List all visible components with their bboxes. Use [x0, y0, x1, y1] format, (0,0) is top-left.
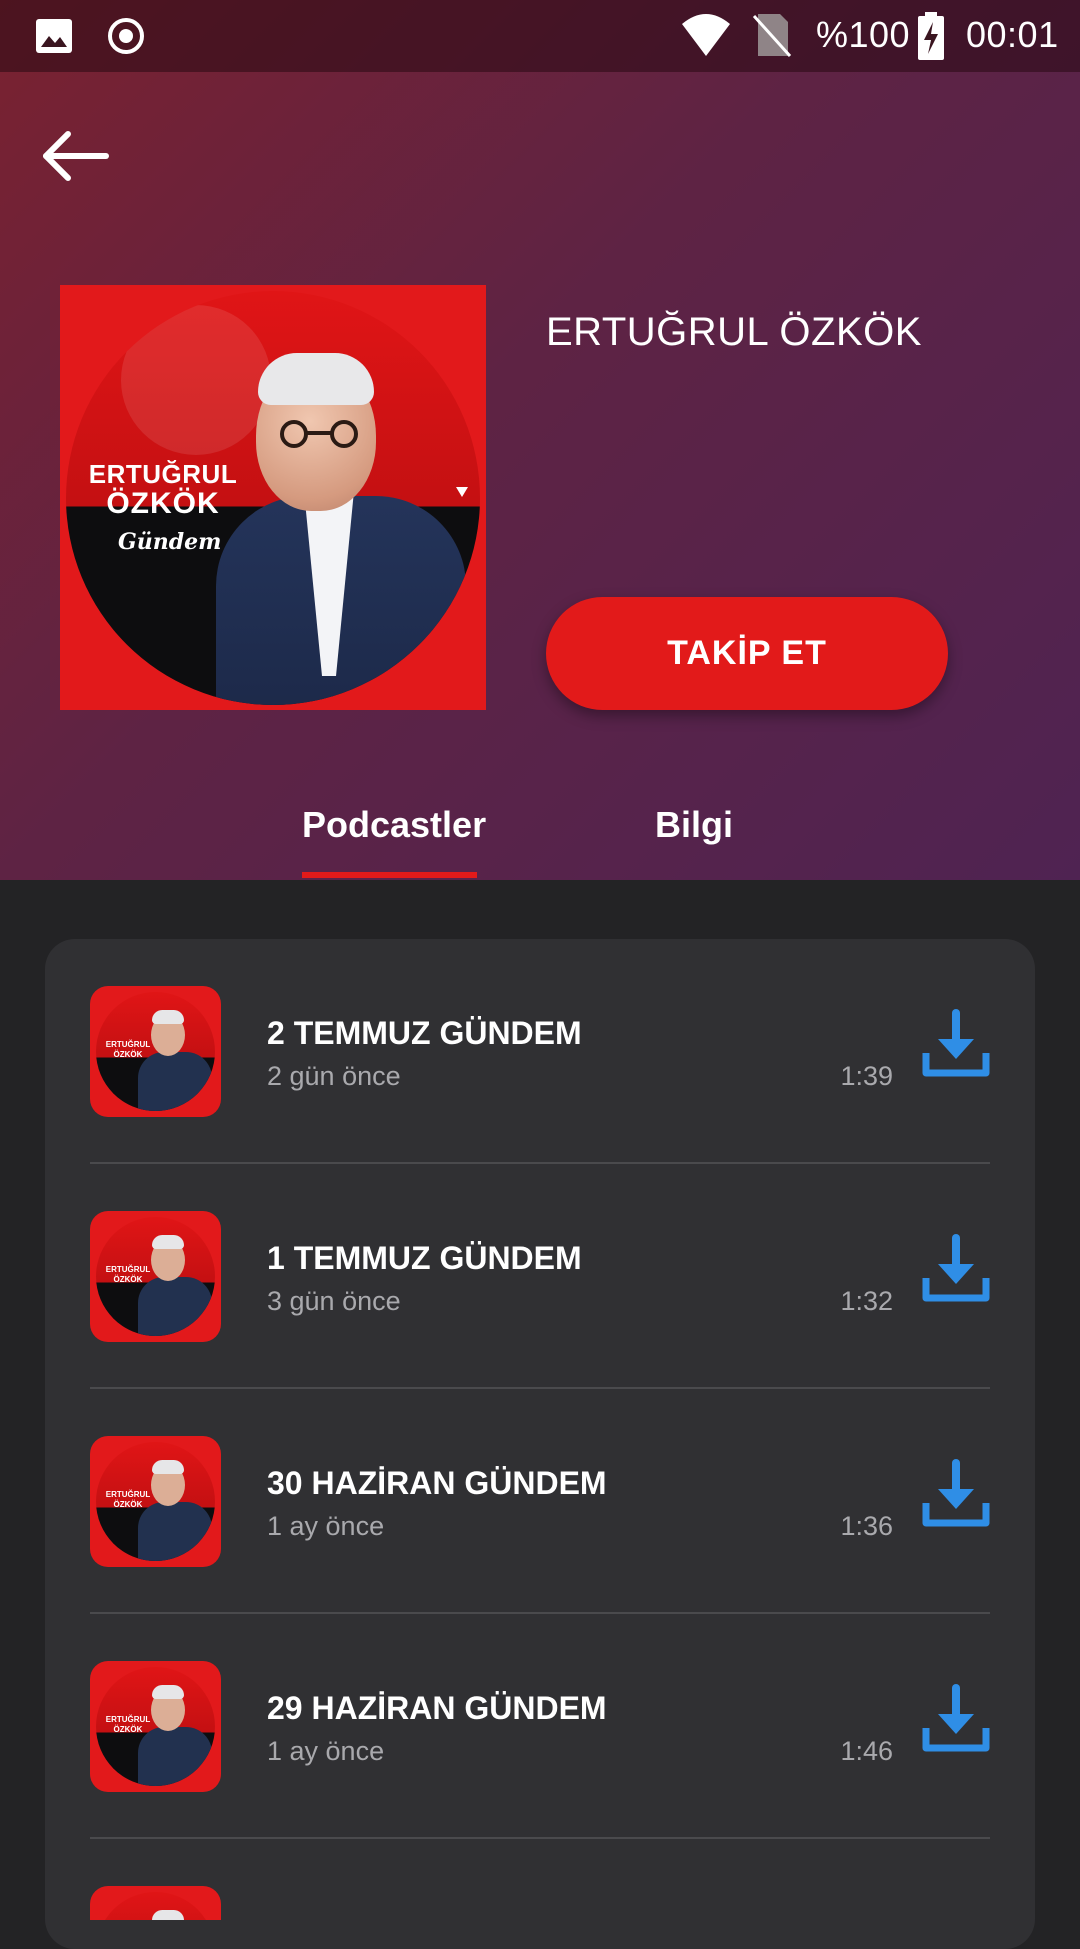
cover-person-hair: [258, 353, 374, 405]
clock: 00:01: [966, 14, 1059, 55]
tab-info[interactable]: Bilgi: [655, 804, 733, 846]
download-button[interactable]: [920, 1459, 992, 1531]
list-item[interactable]: ERTUĞRUL ÖZKÖK 1 TEMMUZ GÜNDEM 3 gün önce…: [45, 1164, 1035, 1389]
tab-selected-indicator: [302, 872, 477, 878]
thumb-text-line2: ÖZKÖK: [113, 1275, 143, 1284]
download-button[interactable]: [920, 1009, 992, 1081]
podcast-title: ERTUĞRUL ÖZKÖK: [546, 310, 922, 354]
cover-ghost-portrait: [121, 305, 271, 455]
download-icon: [922, 1234, 990, 1302]
thumb-text-line2: ÖZKÖK: [113, 1500, 143, 1509]
episode-title: 1 TEMMUZ GÜNDEM: [267, 1240, 582, 1276]
battery-percentage: %100: [816, 14, 911, 55]
status-bar: %100 00:01: [0, 0, 1080, 72]
download-button[interactable]: [920, 1684, 992, 1756]
cover-title-line1: ERTUĞRUL: [88, 459, 238, 489]
episode-title: 2 TEMMUZ GÜNDEM: [267, 1015, 582, 1051]
back-button[interactable]: [36, 124, 116, 188]
episode-date: 1 ay önce: [267, 1736, 385, 1766]
arrow-left-icon: [43, 131, 109, 181]
cover-glasses: [280, 420, 358, 448]
list-item[interactable]: ERTUĞRUL ÖZKÖK 30 HAZİRAN GÜNDEM 1 ay önc…: [45, 1389, 1035, 1614]
download-icon: [922, 1684, 990, 1752]
list-item[interactable]: ERTUĞRULÖZKÖK: [45, 1839, 1035, 1920]
episode-date: 2 gün önce: [267, 1061, 401, 1091]
wifi-icon: [680, 12, 732, 63]
episode-duration: 1:46: [840, 1736, 893, 1766]
episode-date: 1 ay önce: [267, 1511, 385, 1541]
gallery-icon: [34, 16, 74, 61]
list-item[interactable]: ERTUĞRUL ÖZKÖK 29 HAZİRAN GÜNDEM 1 ay önc…: [45, 1614, 1035, 1839]
thumb-text-line2: ÖZKÖK: [113, 1050, 143, 1059]
download-icon: [922, 1009, 990, 1077]
episode-thumbnail: ERTUĞRULÖZKÖK: [90, 1661, 221, 1792]
battery-charging-icon: [916, 12, 946, 65]
episode-title: 30 HAZİRAN GÜNDEM: [267, 1465, 607, 1501]
episode-duration: 1:36: [840, 1511, 893, 1541]
episode-thumbnail: ERTUĞRULÖZKÖK: [90, 1886, 221, 1920]
cover-title: ERTUĞRUL ÖZKÖK: [88, 459, 238, 519]
episode-thumbnail: ERTUĞRULÖZKÖK: [90, 1211, 221, 1342]
follow-button[interactable]: TAKİP ET: [546, 597, 948, 710]
thumb-text-line1: ERTUĞRUL: [105, 1265, 151, 1274]
thumb-text-line2: ÖZKÖK: [113, 1725, 143, 1734]
thumb-text-line1: ERTUĞRUL: [105, 1715, 151, 1724]
cover-subtitle: Gündem: [118, 529, 222, 555]
thumb-text-line1: ERTUĞRUL: [105, 1040, 151, 1049]
podcast-cover-image: ERTUĞRUL ÖZKÖK Gündem: [60, 285, 486, 710]
tab-podcasts[interactable]: Podcastler: [302, 804, 486, 846]
episode-duration: 1:32: [840, 1286, 893, 1316]
download-button[interactable]: [920, 1234, 992, 1306]
episode-thumbnail: ERTUĞRULÖZKÖK: [90, 986, 221, 1117]
no-sim-icon: [752, 12, 792, 63]
record-icon: [106, 16, 146, 61]
cover-circle: ERTUĞRUL ÖZKÖK Gündem: [66, 291, 480, 705]
episode-duration: 1:39: [840, 1061, 893, 1091]
episode-date: 3 gün önce: [267, 1286, 401, 1316]
download-icon: [922, 1459, 990, 1527]
cover-triangle-mark: [456, 487, 468, 497]
cover-title-line2: ÖZKÖK: [106, 487, 220, 520]
episode-thumbnail: ERTUĞRULÖZKÖK: [90, 1436, 221, 1567]
list-item[interactable]: ERTUĞRUL ÖZKÖK 2 TEMMUZ GÜNDEM 2 gün önce…: [45, 939, 1035, 1164]
thumb-text-line1: ERTUĞRUL: [105, 1490, 151, 1499]
episode-title: 29 HAZİRAN GÜNDEM: [267, 1690, 607, 1726]
